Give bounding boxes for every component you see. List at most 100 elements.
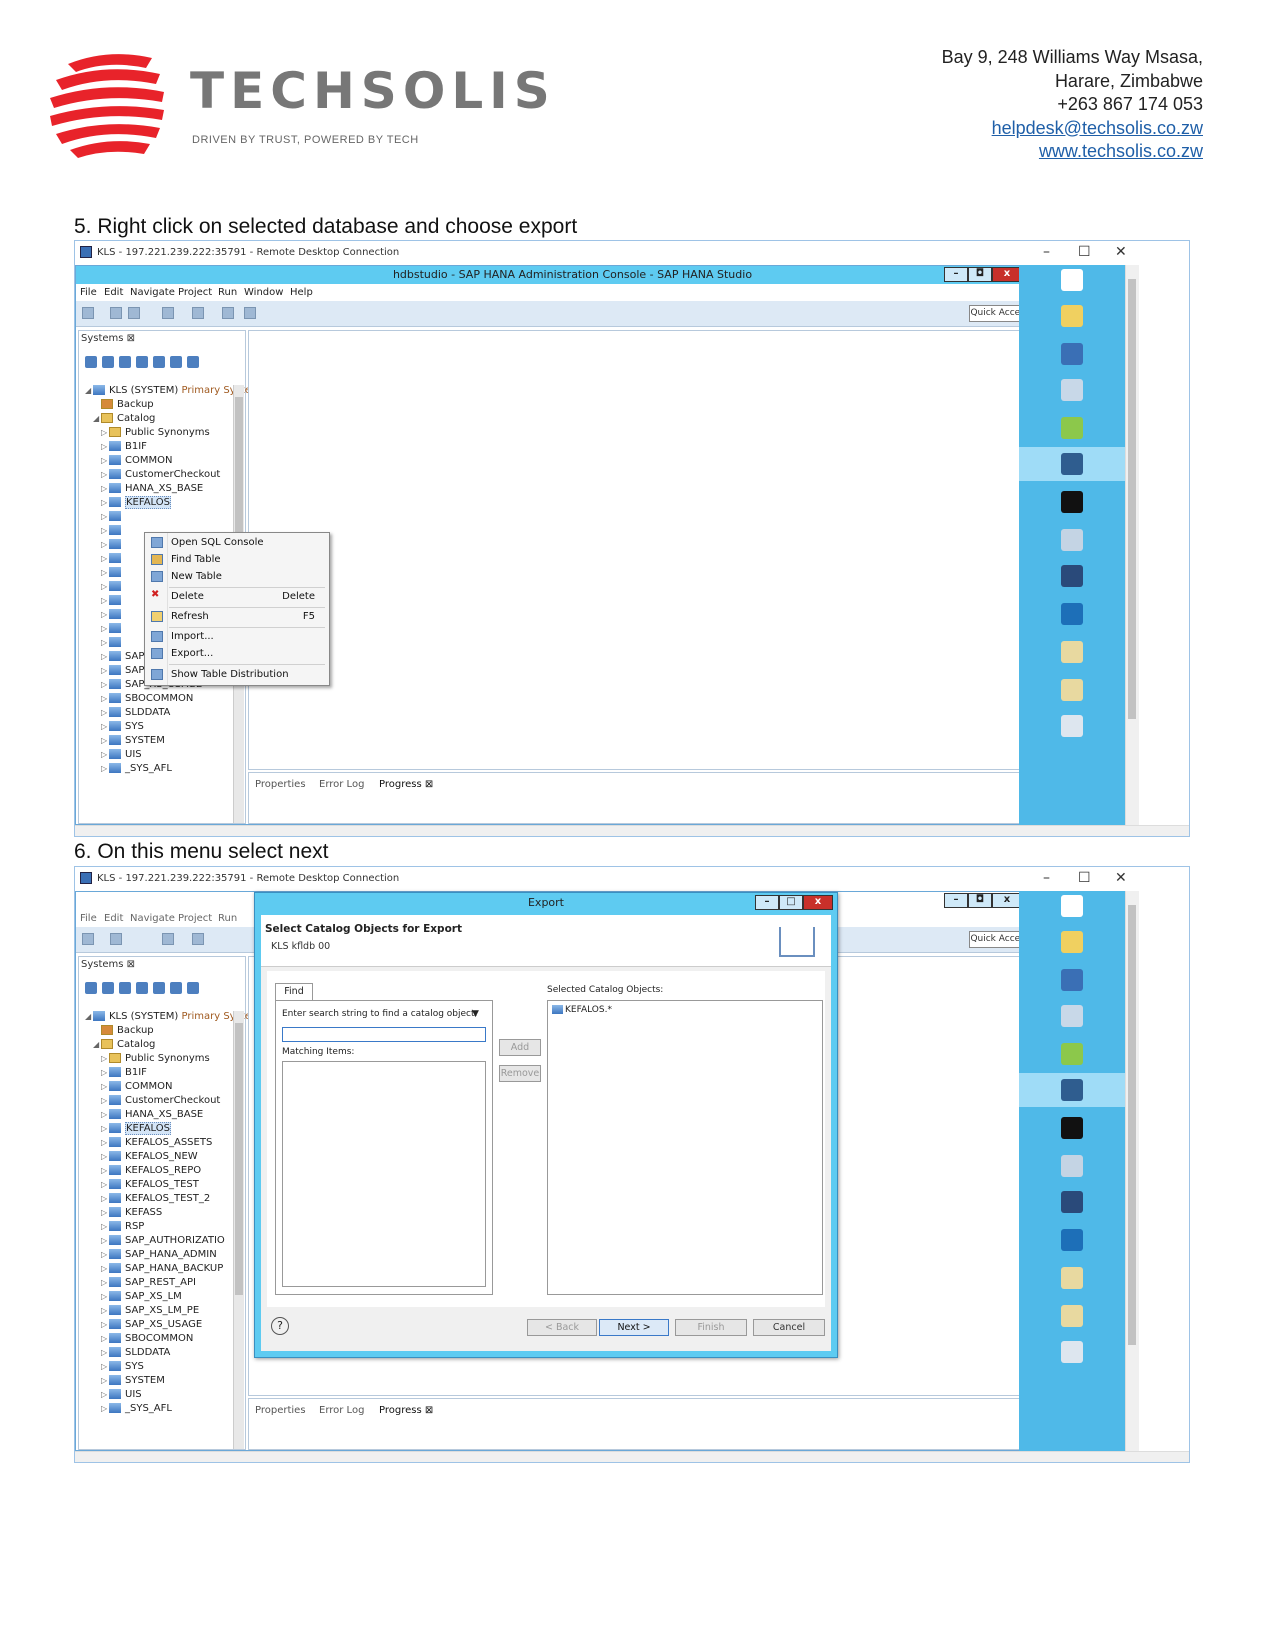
server-manager-icon[interactable]	[1061, 969, 1083, 991]
tree-schema-row[interactable]: ▷ KEFALOS_ASSETS	[101, 1137, 212, 1151]
systems-tab[interactable]: Systems ⊠	[81, 959, 135, 970]
tree-schema-row[interactable]: ▷	[101, 553, 125, 567]
studio-minimize-button[interactable]: –	[944, 893, 968, 908]
tree-schema-row[interactable]: ▷ _SYS_AFL	[101, 1403, 172, 1417]
hana-studio-icon[interactable]	[1061, 1079, 1083, 1101]
tree-schema-row[interactable]: ▷ B1IF	[101, 1067, 147, 1081]
debug-icon[interactable]	[192, 307, 204, 319]
rdp-vertical-scrollbar[interactable]	[1125, 265, 1139, 825]
add-button[interactable]: Add	[499, 1039, 541, 1056]
tree-schema-row[interactable]: ▷ UIS	[101, 1389, 142, 1403]
file-explorer-icon[interactable]	[1061, 931, 1083, 953]
tree-schema-row[interactable]: ▷ SLDDATA	[101, 1347, 170, 1361]
selected-item-kefalos[interactable]: KEFALOS.*	[552, 1005, 612, 1015]
tree-schema-row[interactable]: ▷ HANA_XS_BASE	[101, 1109, 203, 1123]
rdp-maximize-button[interactable]: ☐	[1078, 244, 1091, 260]
website-link[interactable]: www.techsolis.co.zw	[1039, 141, 1203, 161]
rdp-close-button[interactable]: ✕	[1115, 244, 1127, 260]
tree-schema-row[interactable]: ▷	[101, 637, 125, 651]
tab-progress[interactable]: Progress ⊠	[379, 779, 433, 790]
tree-schema-row[interactable]: ▷ SAP_AUTHORIZATIO	[101, 1235, 225, 1249]
back-arrow-icon[interactable]	[222, 307, 234, 319]
tab-error-log[interactable]: Error Log	[319, 779, 364, 790]
run-icon[interactable]	[162, 933, 174, 945]
tree-system-node[interactable]: ◢ KLS (SYSTEM) Primary Syste	[85, 385, 251, 399]
tree-schema-row[interactable]: ▷	[101, 609, 125, 623]
back-button[interactable]: < Back	[527, 1319, 597, 1336]
remove-button[interactable]: Remove	[499, 1065, 541, 1082]
menu-run[interactable]: Run	[218, 287, 237, 298]
server-manager-icon[interactable]	[1061, 343, 1083, 365]
find-tab[interactable]: Find	[275, 983, 313, 1001]
tree-schema-row[interactable]: ▷	[101, 581, 125, 595]
next-button[interactable]: Next >	[599, 1319, 669, 1336]
studio-close-button[interactable]: x	[992, 267, 1022, 282]
tree-schema-row[interactable]: ▷ CustomerCheckout	[101, 469, 220, 483]
search-dropdown-icon[interactable]: ▼	[472, 1009, 479, 1019]
tree-schema-row[interactable]: ▷	[101, 567, 125, 581]
selected-objects-list[interactable]: KEFALOS.*	[547, 1000, 823, 1295]
shortcut-icon[interactable]	[1061, 603, 1083, 625]
menu-window[interactable]: Window	[244, 287, 283, 298]
help-icon[interactable]: ?	[271, 1317, 289, 1335]
tree-schema-row[interactable]: ▷ Public Synonyms	[101, 1053, 210, 1067]
tree-schema-row[interactable]: ▷ UIS	[101, 749, 142, 763]
tab-properties[interactable]: Properties	[255, 1405, 306, 1416]
run-icon[interactable]	[162, 307, 174, 319]
tree-schema-row[interactable]: ▷ KEFALOS_TEST_2	[101, 1193, 210, 1207]
email-link[interactable]: helpdesk@techsolis.co.zw	[992, 118, 1203, 138]
tree-schema-row[interactable]: ▷ HANA_XS_BASE	[101, 483, 203, 497]
document-icon-2[interactable]	[1061, 1305, 1083, 1327]
document-icon[interactable]	[1061, 1267, 1083, 1289]
tree-schema-row[interactable]: ▷ SBOCOMMON	[101, 693, 193, 707]
command-prompt-icon[interactable]	[1061, 491, 1083, 513]
tree-schema-row[interactable]: ▷ SAP_HANA_ADMIN	[101, 1249, 217, 1263]
hana-studio-icon[interactable]	[1061, 453, 1083, 475]
menu-new-table[interactable]: New Table	[145, 569, 329, 585]
vmware-icon[interactable]	[1061, 1043, 1083, 1065]
tree-schema-row[interactable]: ▷SAP_XS_LM_PE	[101, 1305, 199, 1319]
remote-icon[interactable]	[1061, 1191, 1083, 1213]
rdp-vertical-scrollbar[interactable]	[1125, 891, 1139, 1451]
tree-schema-row[interactable]: ▷ KEFALOS_TEST	[101, 1179, 199, 1193]
tree-schema-row[interactable]: ▷	[101, 525, 125, 539]
tree-backup[interactable]: Backup	[101, 399, 154, 413]
menu-project[interactable]: Project	[178, 913, 212, 924]
menu-file[interactable]: File	[80, 913, 97, 924]
tree-schema-row[interactable]: ▷	[101, 539, 125, 553]
systems-tab[interactable]: Systems ⊠	[81, 333, 135, 344]
menu-help[interactable]: Help	[290, 287, 313, 298]
tree-schema-row[interactable]: ▷SAP_XS_LM	[101, 1291, 182, 1305]
matching-items-list[interactable]	[282, 1061, 486, 1287]
tree-schema-row[interactable]: ▷ Public Synonyms	[101, 427, 210, 441]
task-scheduler-icon[interactable]	[1061, 1341, 1083, 1363]
tree-schema-row[interactable]: ▷ CustomerCheckout	[101, 1095, 220, 1109]
shortcut-icon[interactable]	[1061, 1229, 1083, 1251]
tree-schema-row[interactable]: ▷ RSP	[101, 1221, 144, 1235]
menu-refresh[interactable]: Refresh F5	[145, 609, 329, 625]
tab-error-log[interactable]: Error Log	[319, 1405, 364, 1416]
tree-system-node[interactable]: ◢ KLS (SYSTEM) Primary Syste	[85, 1011, 251, 1025]
tree-schema-row[interactable]: ▷ KEFALOS	[101, 496, 171, 511]
menu-import[interactable]: Import...	[145, 629, 329, 645]
studio-restore-button[interactable]: ◘	[968, 267, 992, 282]
file-explorer-icon[interactable]	[1061, 305, 1083, 327]
menu-find-table[interactable]: Find Table	[145, 552, 329, 568]
tree-schema-row[interactable]: ▷	[101, 511, 125, 525]
tree-scrollbar[interactable]	[233, 1011, 244, 1449]
tree-schema-row[interactable]: ▷ COMMON	[101, 1081, 172, 1095]
tree-schema-row[interactable]: ▷ _SYS_AFL	[101, 763, 172, 777]
menu-edit[interactable]: Edit	[104, 287, 123, 298]
cancel-button[interactable]: Cancel	[753, 1319, 825, 1336]
rdp-close-button[interactable]: ✕	[1115, 870, 1127, 886]
save-icon[interactable]	[110, 933, 122, 945]
rdp-horizontal-scrollbar[interactable]	[75, 1451, 1189, 1462]
document-icon-2[interactable]	[1061, 679, 1083, 701]
new-icon[interactable]	[82, 307, 94, 319]
rdp-minimize-button[interactable]: –	[1043, 244, 1050, 260]
menu-navigate[interactable]: Navigate	[130, 913, 175, 924]
studio-close-button[interactable]: x	[992, 893, 1022, 908]
remote-icon[interactable]	[1061, 565, 1083, 587]
rdp-maximize-button[interactable]: ☐	[1078, 870, 1091, 886]
vmware-icon[interactable]	[1061, 417, 1083, 439]
